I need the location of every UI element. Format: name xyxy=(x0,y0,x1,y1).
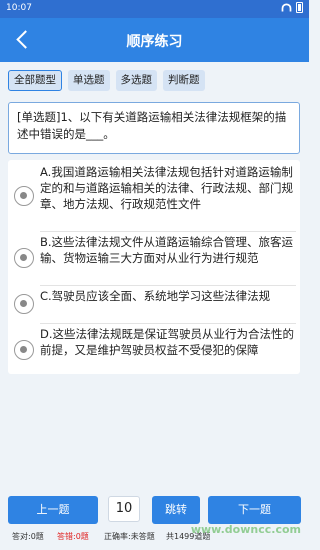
question-text: [单选题]1、以下有关道路运输相关法律法规框架的描述中错误的是___。 xyxy=(8,102,300,154)
option-c-text: C.驾驶员应该全面、系统地学习这些法律法规 xyxy=(40,289,271,303)
watermark: www.downcc.com xyxy=(190,523,301,536)
page-title: 顺序练习 xyxy=(126,34,183,50)
option-b-text: B.这些法律法规文件从道路运输综合管理、旅客运输、货物运输三大方面对从业行为进行… xyxy=(40,235,294,265)
prev-question-button[interactable]: 上一题 xyxy=(8,496,98,524)
option-d[interactable]: D.这些法律法规既是保证驾驶员从业行为合法性的前提，又是维护驾驶员权益不受侵犯的… xyxy=(8,326,300,374)
option-divider xyxy=(40,285,296,286)
option-divider xyxy=(40,323,296,324)
option-c[interactable]: C.驾驶员应该全面、系统地学习这些法律法规 xyxy=(8,288,300,320)
question-type-tabs: 全部题型 单选题 多选题 判断题 xyxy=(8,70,205,91)
jump-button[interactable]: 跳转 xyxy=(152,496,200,524)
option-a-text: A.我国道路运输相关法律法规包括针对道路运输制定的和与道路运输相关的法律、行政法… xyxy=(40,165,293,211)
options-panel: A.我国道路运输相关法律法规包括针对道路运输制定的和与道路运输相关的法律、行政法… xyxy=(8,160,300,374)
battery-icon xyxy=(296,2,303,13)
correct-count: 答对:0题 xyxy=(12,532,44,541)
option-d-text: D.这些法律法规既是保证驾驶员从业行为合法性的前提，又是维护驾驶员权益不受侵犯的… xyxy=(40,327,295,357)
status-bar: 10:07 xyxy=(0,0,309,18)
option-d-radio[interactable] xyxy=(14,340,34,360)
option-b[interactable]: B.这些法律法规文件从道路运输综合管理、旅客运输、货物运输三大方面对从业行为进行… xyxy=(8,234,300,282)
tab-multiple-choice[interactable]: 多选题 xyxy=(115,70,157,91)
option-b-radio[interactable] xyxy=(14,248,34,268)
status-time: 10:07 xyxy=(6,3,32,13)
app-header: 顺序练习 xyxy=(0,18,309,62)
accuracy-rate: 正确率:未答题 xyxy=(104,532,155,541)
page-number-input[interactable]: 10 xyxy=(108,496,140,522)
option-a-radio[interactable] xyxy=(14,186,34,206)
option-a[interactable]: A.我国道路运输相关法律法规包括针对道路运输制定的和与道路运输相关的法律、行政法… xyxy=(8,164,300,228)
option-c-radio[interactable] xyxy=(14,294,34,314)
wifi-icon xyxy=(281,3,292,12)
option-divider xyxy=(40,231,296,232)
tab-single-choice[interactable]: 单选题 xyxy=(68,70,110,91)
tab-all-types[interactable]: 全部题型 xyxy=(8,70,62,91)
next-question-button[interactable]: 下一题 xyxy=(208,496,301,524)
wrong-count: 答错:0题 xyxy=(57,532,89,541)
tab-true-false[interactable]: 判断题 xyxy=(163,70,205,91)
status-icons xyxy=(281,2,303,13)
